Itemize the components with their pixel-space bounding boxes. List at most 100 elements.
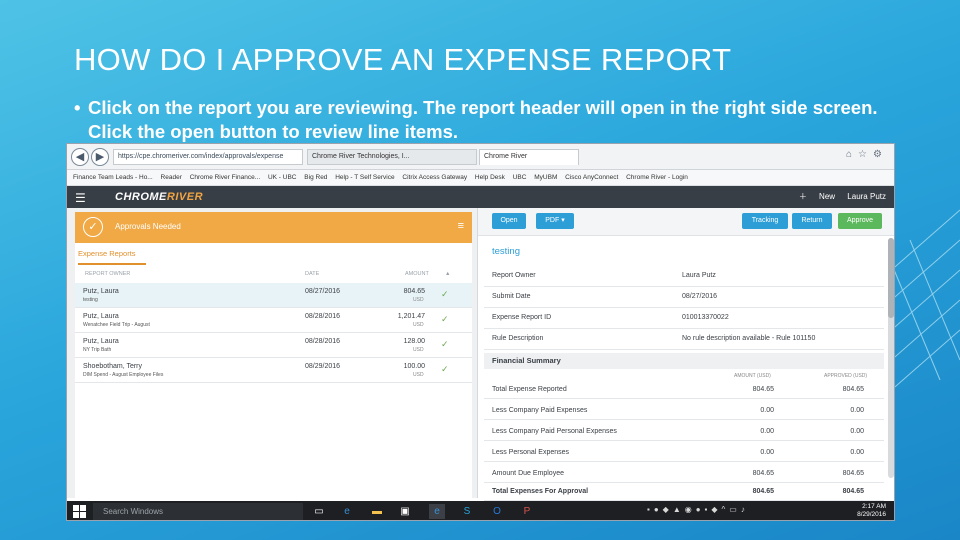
approvals-label: Approvals Needed bbox=[115, 222, 181, 231]
browser-bar: ◀ ▶ https://cpe.chromeriver.com/index/ap… bbox=[67, 144, 894, 170]
bookmark[interactable]: Help - T Self Service bbox=[335, 170, 394, 185]
clock-date: 8/29/2016 bbox=[857, 511, 886, 518]
back-button[interactable]: ◀ bbox=[71, 148, 89, 166]
return-button[interactable]: Return bbox=[792, 213, 832, 229]
financial-row: Total Expense Reported 804.65 804.65 bbox=[484, 378, 884, 399]
check-circle-icon: ✓ bbox=[83, 217, 103, 237]
bookmark[interactable]: Cisco AnyConnect bbox=[565, 170, 618, 185]
windows-search-box[interactable]: Search Windows bbox=[93, 503, 303, 520]
report-currency: USD bbox=[413, 297, 424, 303]
windows-start-icon[interactable] bbox=[73, 505, 87, 518]
report-date: 08/29/2016 bbox=[305, 363, 341, 370]
skype-icon[interactable]: S bbox=[459, 504, 475, 519]
report-row[interactable]: Shoebotham, Terry DIM Spend - August Emp… bbox=[75, 358, 472, 383]
report-date: 08/28/2016 bbox=[305, 338, 341, 345]
column-header[interactable]: DATE bbox=[305, 271, 319, 277]
detail-row: Expense Report ID 010013370022 bbox=[484, 308, 884, 329]
bookmark[interactable]: Finance Team Leads - Ho... bbox=[73, 170, 153, 185]
column-header[interactable]: AMOUNT bbox=[405, 271, 429, 277]
new-button[interactable]: New bbox=[819, 192, 835, 201]
windows-taskbar: Search Windows ▭ e ▬ ▣ e S O P ▪●◆▲◉●▪◆^… bbox=[67, 501, 894, 520]
report-name: testing bbox=[83, 297, 98, 303]
open-button[interactable]: Open bbox=[492, 213, 526, 229]
fin-approved: 0.00 bbox=[850, 407, 864, 414]
detail-label: Report Owner bbox=[492, 272, 536, 279]
detail-value: Laura Putz bbox=[682, 272, 716, 279]
forward-button[interactable]: ▶ bbox=[91, 148, 109, 166]
header-actions: ＋ New Laura Putz bbox=[789, 191, 886, 202]
report-currency: USD bbox=[413, 322, 424, 328]
bookmark[interactable]: Citrix Access Gateway bbox=[402, 170, 467, 185]
bookmark[interactable]: Chrome River - Login bbox=[626, 170, 688, 185]
scrollbar-thumb[interactable] bbox=[888, 238, 894, 318]
report-currency: USD bbox=[413, 347, 424, 353]
fin-label: Less Personal Expenses bbox=[492, 449, 570, 456]
file-explorer-icon[interactable]: ▬ bbox=[369, 504, 385, 519]
task-view-icon[interactable]: ▭ bbox=[311, 504, 327, 519]
financial-row-total: Total Expenses For Approval 804.65 804.6… bbox=[484, 480, 884, 501]
report-name: Wenatchee Field Trip - August bbox=[83, 322, 150, 328]
check-icon[interactable]: ✓ bbox=[441, 339, 449, 350]
check-icon[interactable]: ✓ bbox=[441, 314, 449, 325]
plus-icon[interactable]: ＋ bbox=[799, 192, 807, 201]
bullet-dot: • bbox=[74, 97, 81, 118]
internet-explorer-icon[interactable]: e bbox=[429, 504, 445, 519]
taskbar-clock[interactable]: 2:17 AM 8/29/2016 bbox=[857, 503, 886, 519]
browser-tab-2[interactable]: Chrome River bbox=[479, 149, 579, 165]
report-row[interactable]: Putz, Laura testing 08/27/2016 804.65 US… bbox=[75, 283, 472, 308]
menu-icon[interactable]: ☰ bbox=[75, 191, 86, 205]
bookmark[interactable]: Help Desk bbox=[475, 170, 505, 185]
financial-summary-header: Financial Summary bbox=[484, 353, 884, 369]
filter-menu-icon[interactable]: ≡ bbox=[458, 220, 464, 232]
approve-button[interactable]: Approve bbox=[838, 213, 882, 229]
clock-time: 2:17 AM bbox=[862, 503, 886, 510]
bookmark[interactable]: Reader bbox=[161, 170, 182, 185]
edge-icon[interactable]: e bbox=[339, 504, 355, 519]
tab-expense-reports[interactable]: Expense Reports bbox=[78, 249, 146, 265]
report-amount: 100.00 bbox=[403, 363, 425, 370]
detail-label: Rule Description bbox=[492, 335, 544, 342]
bookmark[interactable]: Big Red bbox=[304, 170, 327, 185]
report-amount: 1,201.47 bbox=[397, 313, 425, 320]
bookmark[interactable]: UK - UBC bbox=[268, 170, 297, 185]
fin-amount: 0.00 bbox=[760, 428, 774, 435]
approvals-pane: ✓ Approvals Needed ≡ Expense Reports REP… bbox=[67, 208, 477, 498]
bookmark[interactable]: UBC bbox=[513, 170, 527, 185]
address-bar[interactable]: https://cpe.chromeriver.com/index/approv… bbox=[113, 149, 303, 165]
fin-approved: 804.65 bbox=[842, 386, 864, 393]
report-row[interactable]: Putz, Laura Wenatchee Field Trip - Augus… bbox=[75, 308, 472, 333]
outlook-icon[interactable]: O bbox=[489, 504, 505, 519]
bookmarks-bar: Finance Team Leads - Ho... Reader Chrome… bbox=[67, 170, 894, 186]
detail-label: Expense Report ID bbox=[492, 314, 552, 321]
logo-chrome: CHROME bbox=[115, 191, 167, 203]
bookmark[interactable]: Chrome River Finance... bbox=[190, 170, 260, 185]
detail-row: Submit Date 08/27/2016 bbox=[484, 287, 884, 308]
check-icon[interactable]: ✓ bbox=[441, 289, 449, 300]
browser-tab-1[interactable]: Chrome River Technologies, I... bbox=[307, 149, 477, 165]
store-icon[interactable]: ▣ bbox=[397, 504, 413, 519]
bullet-text: Click on the report you are reviewing. T… bbox=[88, 97, 878, 142]
financial-row: Less Company Paid Expenses 0.00 0.00 bbox=[484, 399, 884, 420]
column-header[interactable]: REPORT OWNER bbox=[85, 271, 130, 277]
report-row[interactable]: Putz, Laura NY Trip Bath 08/28/2016 128.… bbox=[75, 333, 472, 358]
bookmark[interactable]: MyUBM bbox=[534, 170, 557, 185]
fin-label: Less Company Paid Expenses bbox=[492, 407, 588, 414]
browser-toolbar-icons[interactable]: ⌂☆⚙ bbox=[846, 149, 888, 160]
report-owner: Putz, Laura bbox=[83, 313, 119, 320]
system-tray-icons[interactable]: ▪●◆▲◉●▪◆^▭♪ bbox=[647, 505, 749, 514]
logo-river: RIVER bbox=[166, 191, 204, 203]
report-date: 08/27/2016 bbox=[305, 288, 341, 295]
fin-amount: 0.00 bbox=[760, 449, 774, 456]
tracking-button[interactable]: Tracking bbox=[742, 213, 788, 229]
check-icon[interactable]: ✓ bbox=[441, 364, 449, 375]
detail-value: 08/27/2016 bbox=[682, 293, 718, 300]
fin-label: Total Expense Reported bbox=[492, 386, 567, 393]
user-menu[interactable]: Laura Putz bbox=[847, 192, 886, 201]
report-list: Expense Reports REPORT OWNER DATE AMOUNT… bbox=[75, 243, 472, 498]
powerpoint-icon[interactable]: P bbox=[519, 504, 535, 519]
fin-approved: 804.65 bbox=[842, 488, 864, 495]
report-owner: Putz, Laura bbox=[83, 288, 119, 295]
sort-icon[interactable]: ▲ bbox=[445, 271, 450, 277]
pdf-button[interactable]: PDF ▾ bbox=[536, 213, 574, 229]
detail-value: No rule description available - Rule 101… bbox=[682, 335, 816, 342]
